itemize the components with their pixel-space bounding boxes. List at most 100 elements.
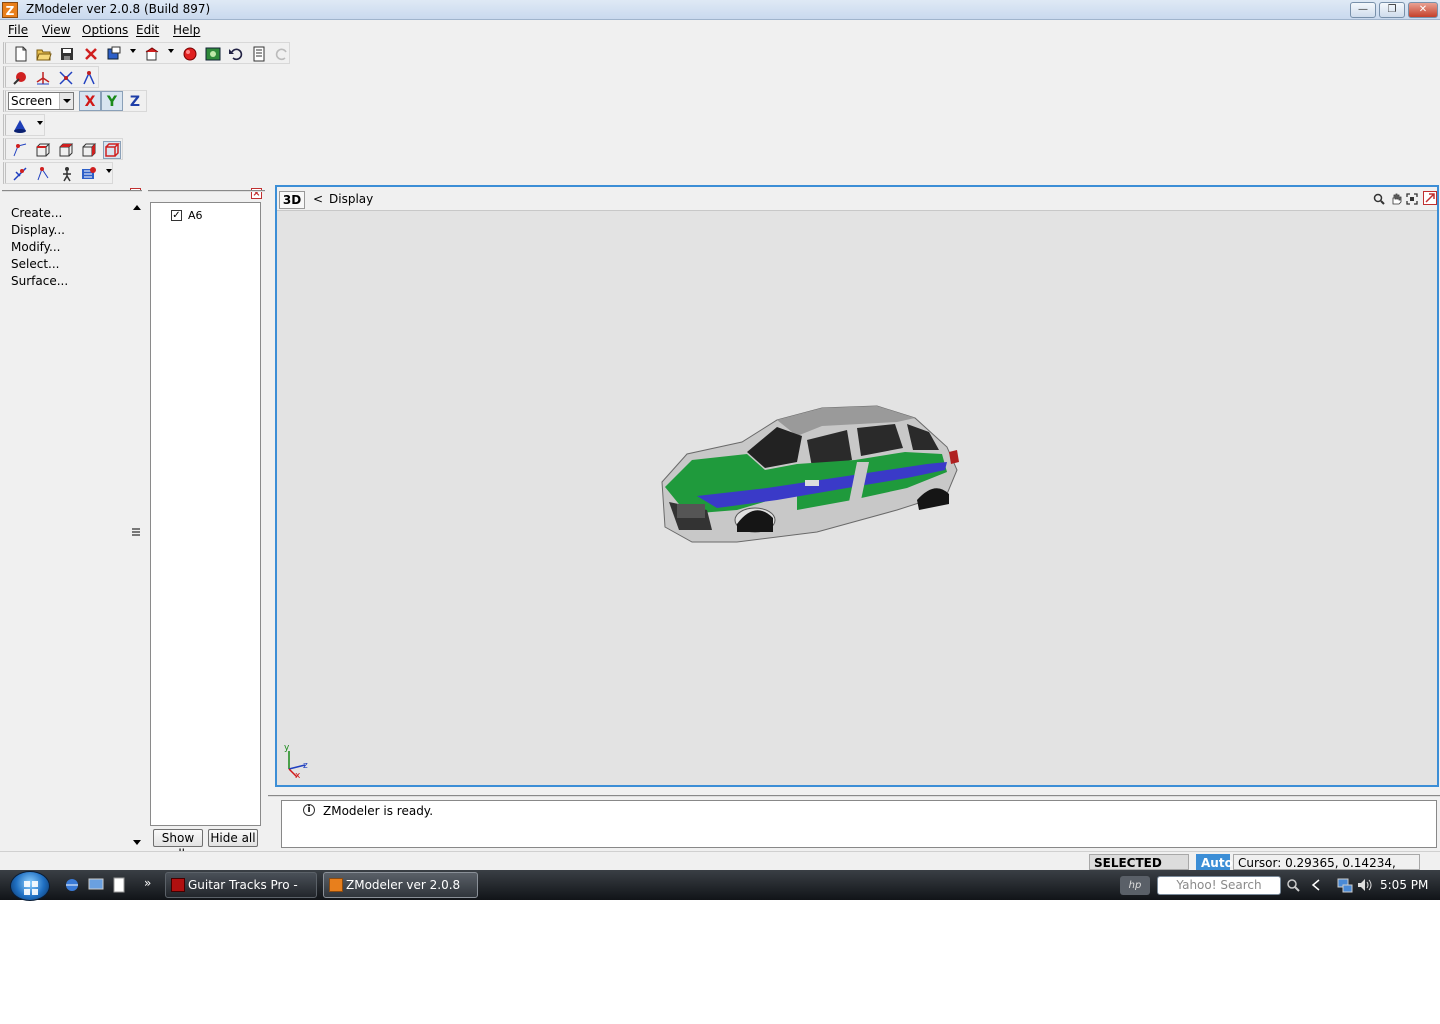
close-button[interactable]: ✕ (1408, 2, 1438, 18)
object-list[interactable]: ✓ A6 (150, 202, 261, 826)
quick-launch-more-icon[interactable]: » (144, 876, 151, 890)
menu-bar: File View Options Edit Help (0, 20, 1440, 40)
start-button[interactable] (10, 871, 50, 901)
move-tool-icon[interactable] (35, 70, 51, 86)
transform-icon[interactable] (12, 166, 28, 182)
edge-mode-icon[interactable] (35, 142, 51, 158)
selection-level-toolbar (3, 138, 123, 160)
task-zmodeler[interactable]: ZModeler ver 2.0.8 (... (323, 872, 478, 916)
coordinate-space-select[interactable]: Screen (8, 92, 74, 110)
weld-icon[interactable] (35, 166, 51, 182)
menu-view[interactable]: View (42, 23, 70, 37)
command-create[interactable]: Create... (11, 206, 62, 220)
window-title: ZModeler ver 2.0.8 (Build 897) (26, 2, 211, 16)
export-dropdown-arrow[interactable] (168, 49, 174, 53)
taskbar: » Guitar Tracks Pro - [... ZModeler ver … (0, 870, 1440, 916)
cursor-coordinates: Cursor: 0.29365, 0.14234, 0.34579 (1233, 854, 1420, 886)
view-mode-button[interactable]: 3D (279, 191, 305, 209)
command-display[interactable]: Display... (11, 223, 65, 237)
yahoo-search-input[interactable]: Yahoo! Search (1157, 876, 1281, 895)
create-dropdown-arrow[interactable] (37, 121, 43, 125)
vertex-mode-icon[interactable] (12, 142, 28, 158)
document-icon[interactable] (251, 46, 267, 62)
guitar-tracks-app-icon (171, 878, 185, 892)
quick-launch-desktop-icon[interactable] (88, 878, 104, 892)
menu-help[interactable]: Help (173, 23, 200, 37)
scroll-down-icon[interactable] (132, 840, 142, 846)
taskbar-clock[interactable]: 5:05 PM (1380, 878, 1428, 892)
axis-x-toggle[interactable]: X (79, 91, 101, 111)
tray-expand-icon[interactable] (1311, 879, 1321, 891)
redo-icon[interactable] (274, 46, 290, 62)
open-folder-icon[interactable] (36, 46, 52, 62)
main-toolbar (3, 42, 290, 64)
zoom-icon[interactable] (1373, 193, 1385, 205)
maximize-button[interactable]: ❐ (1379, 2, 1405, 18)
quick-launch-document-icon[interactable] (112, 877, 126, 893)
zmodeler-app-icon[interactable]: Z (2, 2, 18, 18)
chevron-down-icon[interactable] (59, 93, 73, 109)
search-icon[interactable] (1286, 878, 1300, 892)
import-dropdown-arrow[interactable] (130, 49, 136, 53)
scroll-up-icon[interactable] (132, 204, 142, 210)
menu-file[interactable]: File (8, 23, 28, 37)
new-file-icon[interactable] (13, 46, 29, 62)
viewport-header: 3D < Display (277, 187, 1437, 211)
face-mode-icon[interactable] (58, 142, 74, 158)
minimize-button[interactable]: — (1350, 2, 1376, 18)
task-guitar-tracks[interactable]: Guitar Tracks Pro - [... (165, 872, 317, 916)
menu-options[interactable]: Options (82, 23, 128, 37)
pan-hand-icon[interactable] (1390, 193, 1402, 205)
axis-z-label: z (303, 761, 308, 771)
network-icon[interactable] (1337, 877, 1353, 893)
axis-y-toggle[interactable]: Y (101, 91, 123, 111)
bones-icon[interactable] (58, 166, 74, 182)
command-panel: Create... Display... Modify... Select...… (2, 190, 144, 850)
object-name[interactable]: A6 (188, 209, 203, 222)
log-panel: i ZModeler is ready. (268, 795, 1440, 848)
command-select[interactable]: Select... (11, 257, 59, 271)
zmodeler-task-icon (329, 878, 343, 892)
task-zmodeler-label: ZModeler ver 2.0.8 (... (346, 878, 461, 916)
3d-viewport[interactable]: 3D < Display y z x (275, 185, 1439, 787)
object-visible-checkbox[interactable]: ✓ (171, 210, 182, 221)
selection-mode-status: SELECTED MODE (1089, 854, 1189, 886)
viewport-breadcrumb: Display (329, 192, 374, 206)
quick-launch-browser-icon[interactable] (65, 878, 79, 892)
hide-all-button[interactable]: Hide all (208, 829, 258, 847)
uv-mapping-icon[interactable] (81, 166, 97, 182)
import-icon[interactable] (106, 46, 122, 62)
show-all-button[interactable]: Show all (153, 829, 203, 861)
command-surface[interactable]: Surface... (11, 274, 68, 288)
modify-dropdown-arrow[interactable] (106, 169, 112, 173)
menu-edit[interactable]: Edit (136, 23, 159, 37)
axis-y-label: y (284, 743, 290, 753)
close-file-icon[interactable] (83, 46, 99, 62)
object-mode-icon[interactable] (81, 142, 97, 158)
zoom-extents-icon[interactable] (1406, 193, 1418, 205)
desktop-screen: Z ZModeler ver 2.0.8 (Build 897) — ❐ ✕ F… (0, 0, 1440, 916)
scale-tool-icon[interactable] (81, 70, 97, 86)
object-list-panel: ✓ A6 Show all Hide all (148, 190, 265, 861)
render-icon[interactable] (182, 46, 198, 62)
command-modify[interactable]: Modify... (11, 240, 61, 254)
mesh-mode-icon[interactable] (103, 141, 121, 159)
auto-status-badge[interactable]: Auto (1196, 854, 1233, 870)
log-output[interactable]: i ZModeler is ready. (281, 800, 1437, 848)
scroll-grip-icon[interactable] (132, 528, 140, 536)
command-panel-scrollbar[interactable] (130, 202, 144, 850)
axis-z-toggle[interactable]: Z (124, 91, 146, 111)
plugin-icon[interactable] (205, 46, 221, 62)
undo-icon[interactable] (228, 46, 244, 62)
volume-icon[interactable] (1356, 877, 1372, 893)
select-tool-icon[interactable] (12, 70, 28, 86)
cone-create-icon[interactable] (12, 118, 28, 134)
hp-logo-icon[interactable]: hp (1120, 876, 1150, 895)
windows-logo-icon (24, 881, 38, 895)
export-icon[interactable] (144, 46, 160, 62)
maximize-viewport-icon[interactable] (1423, 191, 1437, 205)
coordinate-space-value: Screen (11, 94, 53, 108)
rotate-tool-icon[interactable] (58, 70, 74, 86)
back-button[interactable]: < (313, 192, 323, 206)
save-icon[interactable] (59, 46, 75, 62)
